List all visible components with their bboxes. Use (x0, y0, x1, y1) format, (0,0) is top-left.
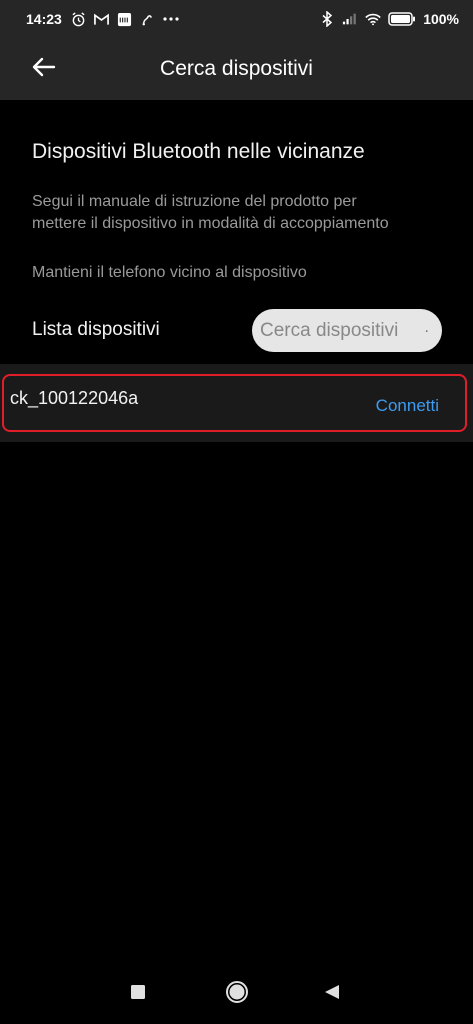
list-item[interactable]: ck_100122046a Connetti (2, 374, 467, 432)
back-button[interactable] (22, 52, 66, 86)
app-icon (140, 11, 156, 27)
battery-level: 100% (423, 11, 459, 27)
home-icon (225, 980, 249, 1009)
page-title: Cerca dispositivi (160, 57, 313, 80)
gmail-icon (94, 11, 110, 27)
status-time: 14:23 (26, 11, 62, 27)
search-progress-indicator: . (424, 319, 429, 336)
navigation-bar (0, 966, 473, 1024)
arrow-left-icon (32, 57, 56, 82)
proximity-hint: Mantieni il telefono vicino al dispositi… (32, 264, 307, 281)
bluetooth-icon (319, 11, 335, 27)
ifttt-icon (117, 11, 133, 27)
recents-icon (130, 984, 146, 1005)
system-back-button[interactable] (324, 984, 340, 1005)
alarm-icon (71, 11, 87, 27)
pairing-instructions: Segui il manuale di istruzione del prodo… (32, 193, 389, 232)
battery-icon (388, 11, 416, 27)
device-name: ck_100122046a (10, 387, 139, 408)
search-devices-label: Cerca dispositivi (260, 319, 399, 341)
recents-button[interactable] (130, 984, 146, 1005)
connect-button[interactable]: Connetti (376, 396, 439, 416)
screen: 14:23 100% Cerca dispositivi Dispositivi… (0, 0, 473, 1024)
more-icon (163, 11, 179, 27)
home-button[interactable] (225, 980, 249, 1009)
app-bar: Cerca dispositivi (0, 38, 473, 100)
status-bar: 14:23 100% (0, 0, 473, 38)
section-title: Dispositivi Bluetooth nelle vicinanze (32, 140, 365, 163)
signal-icon (342, 11, 358, 27)
back-icon (324, 984, 340, 1005)
wifi-icon (365, 11, 381, 27)
search-devices-button[interactable]: Cerca dispositivi . (252, 309, 442, 352)
device-list-label: Lista dispositivi (32, 319, 160, 340)
